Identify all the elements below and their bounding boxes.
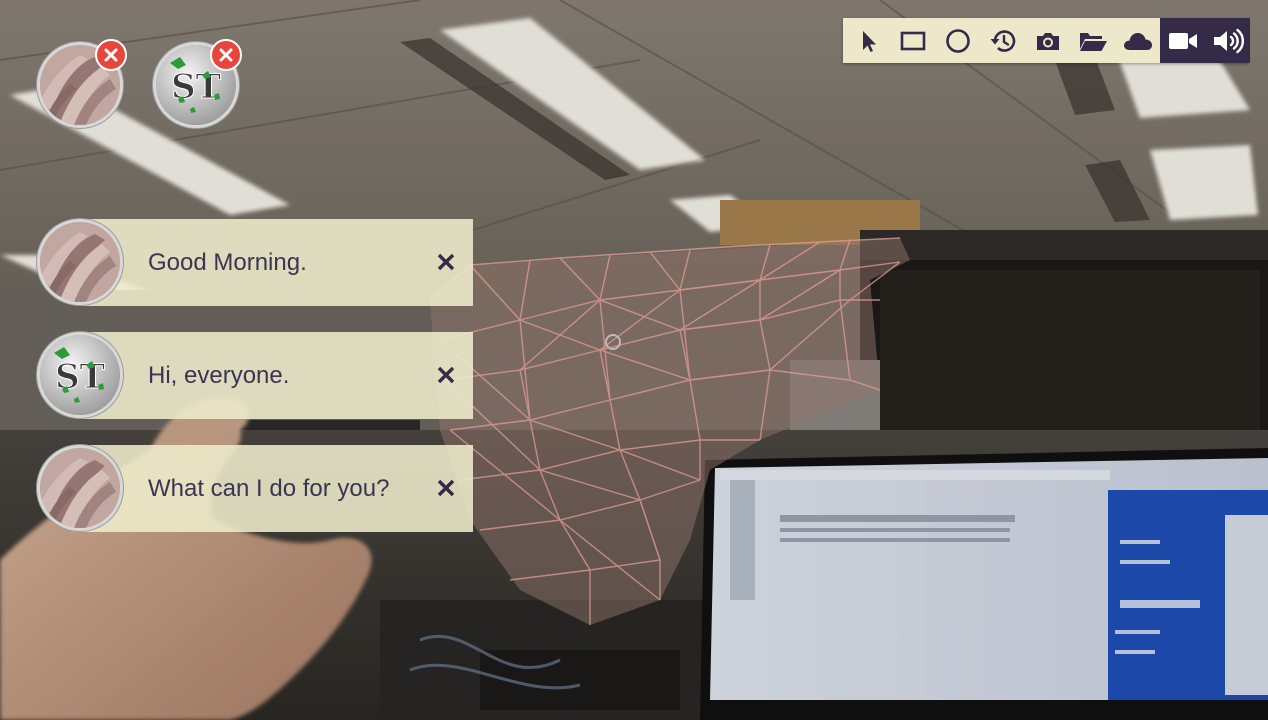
dismiss-message-button[interactable] — [433, 475, 459, 501]
close-icon — [437, 479, 455, 497]
close-icon — [437, 253, 455, 271]
cloud-icon[interactable] — [1115, 18, 1160, 63]
pointer-icon[interactable] — [845, 18, 890, 63]
user-photo-avatar — [37, 219, 123, 305]
close-icon — [437, 366, 455, 384]
user-photo-avatar — [37, 445, 123, 531]
message-text: Hi, everyone. — [148, 362, 290, 389]
video-camera-icon[interactable] — [1160, 18, 1205, 63]
svg-text:ST: ST — [55, 357, 105, 397]
camera-icon[interactable] — [1025, 18, 1070, 63]
close-icon — [104, 48, 118, 62]
ar-video-view: ST Good Morning. ST Hi, everyone. What c… — [0, 0, 1268, 720]
remove-participant-button[interactable] — [95, 39, 127, 71]
svg-text:ST: ST — [171, 67, 221, 107]
dismiss-message-button[interactable] — [433, 362, 459, 388]
message-text: What can I do for you? — [148, 475, 390, 502]
chat-message: ST Hi, everyone. — [37, 332, 473, 420]
history-icon[interactable] — [980, 18, 1025, 63]
dismiss-message-button[interactable] — [433, 249, 459, 275]
chat-message: What can I do for you? — [37, 445, 473, 533]
toolbar-media-group — [1160, 18, 1250, 63]
participant-2: ST — [153, 39, 242, 130]
folder-open-icon[interactable] — [1070, 18, 1115, 63]
message-text: Good Morning. — [148, 249, 307, 276]
chat-message: Good Morning. — [37, 219, 473, 307]
st-logo-avatar: ST — [37, 332, 123, 418]
participant-1 — [37, 39, 127, 130]
close-icon — [219, 48, 233, 62]
toolbar — [843, 18, 1250, 63]
circle-icon[interactable] — [935, 18, 980, 63]
volume-icon[interactable] — [1205, 18, 1250, 63]
rectangle-icon[interactable] — [890, 18, 935, 63]
remove-participant-button[interactable] — [210, 39, 242, 71]
toolbar-tools-group — [843, 18, 1160, 63]
